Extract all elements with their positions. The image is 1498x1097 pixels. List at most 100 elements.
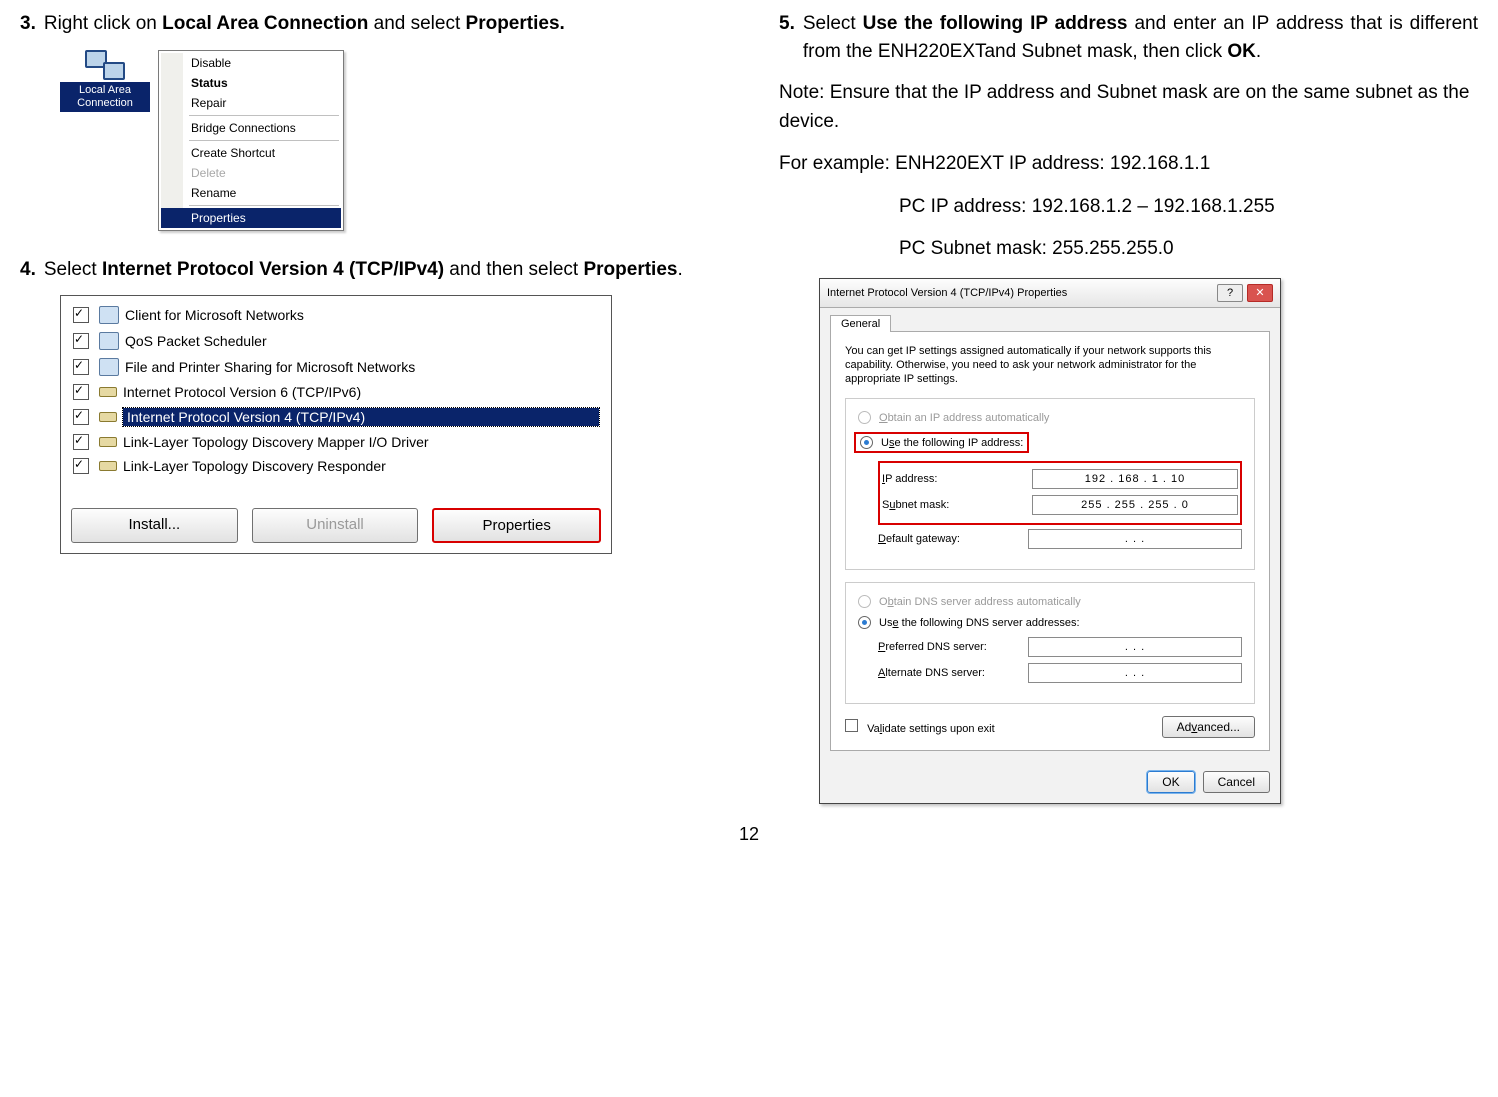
close-icon[interactable]: ✕ — [1247, 284, 1273, 302]
net-row-ipv6[interactable]: Internet Protocol Version 6 (TCP/IPv6) — [71, 380, 601, 404]
step5-b2: OK — [1227, 41, 1256, 62]
ctx-sep — [189, 115, 339, 116]
checkbox-icon[interactable] — [845, 719, 858, 732]
step4-b1: Internet Protocol Version 4 (TCP/IPv4) — [102, 259, 444, 280]
step-5-number: 5. — [779, 10, 795, 65]
radio-use-dns[interactable] — [858, 616, 871, 629]
ip-fields-highlight: IP address: 192 . 168 . 1 . 10 Subnet ma… — [878, 461, 1242, 525]
checkbox-icon[interactable] — [73, 384, 89, 400]
install-button[interactable]: Install... — [71, 508, 238, 543]
radio-obtain-ip[interactable] — [858, 411, 871, 424]
net-row-lltd-mapper[interactable]: Link-Layer Topology Discovery Mapper I/O… — [71, 430, 601, 454]
net-row-fileprint[interactable]: File and Printer Sharing for Microsoft N… — [71, 354, 601, 380]
lac-line1: Local Area — [79, 84, 131, 96]
ctx-sep — [189, 205, 339, 206]
ctx-shortcut[interactable]: Create Shortcut — [161, 143, 341, 163]
properties-button[interactable]: Properties — [432, 508, 601, 543]
step-3-text: Right click on Local Area Connection and… — [44, 10, 719, 38]
tcpip-properties-dialog: Internet Protocol Version 4 (TCP/IPv4) P… — [819, 278, 1281, 805]
input-subnet-mask[interactable]: 255 . 255 . 255 . 0 — [1032, 495, 1238, 515]
protocol-icon — [99, 437, 117, 447]
step3-mid: and select — [368, 13, 465, 34]
step5-end: . — [1256, 41, 1261, 62]
net-row-client[interactable]: Client for Microsoft Networks — [71, 302, 601, 328]
net-label: Link-Layer Topology Discovery Mapper I/O… — [123, 434, 599, 450]
step5-b1: Use the following IP address — [863, 13, 1128, 34]
note-paragraph: Note: Ensure that the IP address and Sub… — [779, 79, 1478, 136]
step3-b1: Local Area Connection — [162, 13, 368, 34]
net-row-qos[interactable]: QoS Packet Scheduler — [71, 328, 601, 354]
protocol-icon — [99, 387, 117, 397]
ctx-delete: Delete — [161, 163, 341, 183]
input-preferred-dns[interactable]: . . . — [1028, 637, 1242, 657]
net-label: Internet Protocol Version 6 (TCP/IPv6) — [123, 384, 599, 400]
label-ip-address: IP address: — [882, 473, 1032, 485]
net-row-ipv4[interactable]: Internet Protocol Version 4 (TCP/IPv4) — [71, 404, 601, 430]
lac-line2: Connection — [77, 97, 133, 109]
cancel-button[interactable]: Cancel — [1203, 771, 1270, 793]
checkbox-icon[interactable] — [73, 409, 89, 425]
context-menu: Disable Status Repair Bridge Connections… — [158, 50, 344, 231]
step4-pre: Select — [44, 259, 102, 280]
service-icon — [99, 306, 119, 324]
ctx-properties[interactable]: Properties — [161, 208, 341, 228]
pc-ip-line: PC IP address: 192.168.1.2 – 192.168.1.2… — [899, 193, 1478, 222]
label-obtain-dns: Obtain DNS server address automatically — [879, 596, 1081, 608]
ctx-rename[interactable]: Rename — [161, 183, 341, 203]
checkbox-icon[interactable] — [73, 458, 89, 474]
protocol-icon — [99, 412, 117, 422]
dialog-title: Internet Protocol Version 4 (TCP/IPv4) P… — [827, 287, 1067, 299]
step3-pre: Right click on — [44, 13, 162, 34]
uninstall-button: Uninstall — [252, 508, 419, 543]
dialog-intro: You can get IP settings assigned automat… — [845, 344, 1255, 387]
help-icon[interactable]: ? — [1217, 284, 1243, 302]
label-preferred-dns: Preferred DNS server: — [878, 641, 1028, 653]
net-row-lltd-responder[interactable]: Link-Layer Topology Discovery Responder — [71, 454, 601, 478]
net-label: File and Printer Sharing for Microsoft N… — [125, 359, 599, 375]
left-column: 3. Right click on Local Area Connection … — [20, 10, 719, 804]
step-3: 3. Right click on Local Area Connection … — [20, 10, 719, 38]
label-use-dns: Use the following DNS server addresses: — [879, 617, 1080, 629]
label-obtain-ip: Obtain an IP address automatically — [879, 412, 1049, 424]
note-text: Ensure that the IP address and Subnet ma… — [779, 82, 1469, 132]
radio-obtain-dns — [858, 595, 871, 608]
example-line: For example: ENH220EXT IP address: 192.1… — [779, 150, 1478, 179]
step4-end: . — [677, 259, 682, 280]
tab-general[interactable]: General — [830, 315, 891, 332]
step3-b2: Properties. — [466, 13, 565, 34]
right-column: 5. Select Use the following IP address a… — [779, 10, 1478, 804]
fig-context-menu: Local Area Connection Disable Status Rep… — [60, 50, 719, 231]
ctx-disable[interactable]: Disable — [161, 53, 341, 73]
ok-button[interactable]: OK — [1147, 771, 1194, 793]
checkbox-icon[interactable] — [73, 359, 89, 375]
ctx-status[interactable]: Status — [161, 73, 341, 93]
step-5: 5. Select Use the following IP address a… — [779, 10, 1478, 65]
dialog-titlebar: Internet Protocol Version 4 (TCP/IPv4) P… — [820, 279, 1280, 308]
radio-use-ip[interactable] — [860, 436, 873, 449]
input-default-gateway[interactable]: . . . — [1028, 529, 1242, 549]
advanced-button[interactable]: Advanced... — [1162, 716, 1255, 738]
checkbox-icon[interactable] — [73, 333, 89, 349]
step4-mid: and then select — [444, 259, 583, 280]
protocol-icon — [99, 461, 117, 471]
input-ip-address[interactable]: 192 . 168 . 1 . 10 — [1032, 469, 1238, 489]
step-4: 4. Select Internet Protocol Version 4 (T… — [20, 256, 719, 284]
network-items-list: Client for Microsoft Networks QoS Packet… — [60, 295, 612, 554]
checkbox-icon[interactable] — [73, 307, 89, 323]
fig-network-items: Client for Microsoft Networks QoS Packet… — [60, 295, 719, 554]
validate-checkbox-row[interactable]: Validate settings upon exit — [845, 719, 995, 735]
page-number: 12 — [20, 824, 1478, 845]
label-alternate-dns: Alternate DNS server: — [878, 667, 1028, 679]
net-label: Internet Protocol Version 4 (TCP/IPv4) — [123, 408, 599, 426]
net-label: QoS Packet Scheduler — [125, 333, 599, 349]
dialog-panel: You can get IP settings assigned automat… — [830, 331, 1270, 752]
checkbox-icon[interactable] — [73, 434, 89, 450]
label-default-gateway: Default gateway: — [878, 533, 1028, 545]
local-area-connection-icon[interactable]: Local Area Connection — [60, 50, 150, 112]
network-icon — [85, 50, 125, 80]
input-alternate-dns[interactable]: . . . — [1028, 663, 1242, 683]
ctx-bridge[interactable]: Bridge Connections — [161, 118, 341, 138]
ctx-repair[interactable]: Repair — [161, 93, 341, 113]
net-label: Client for Microsoft Networks — [125, 307, 599, 323]
ip-address-group: Obtain an IP address automatically Use t… — [845, 398, 1255, 570]
